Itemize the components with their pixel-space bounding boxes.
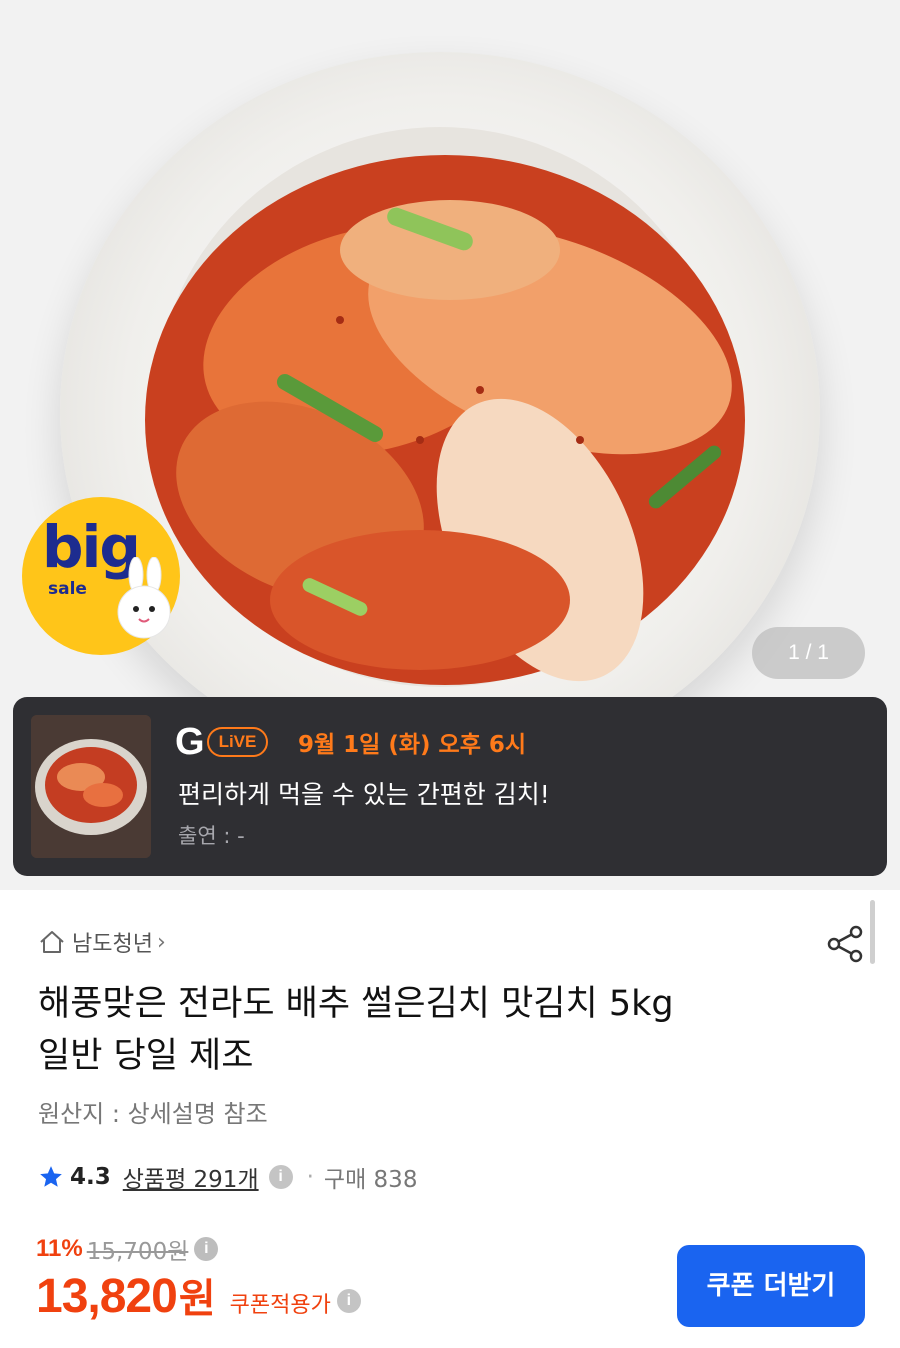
share-icon[interactable] — [826, 924, 866, 964]
live-date: 9월 1일 (화) 오후 6시 — [298, 732, 527, 758]
separator-dot: · — [306, 1164, 314, 1190]
info-icon[interactable]: i — [268, 1165, 293, 1189]
get-more-coupons-button[interactable]: 쿠폰 더받기 — [677, 1245, 865, 1327]
origin-info: 원산지 : 상세설명 참조 — [38, 1100, 268, 1128]
purchase-count: 구매 838 — [323, 1167, 418, 1193]
product-title-line1: 해풍맞은 전라도 배추 썰은김치 맛김치 5kg — [38, 984, 674, 1024]
seller-link[interactable]: 남도청년 › — [38, 926, 166, 958]
live-tag: LiVE — [206, 727, 269, 757]
coupon-applied-label: 쿠폰적용가 — [229, 1293, 331, 1318]
live-title: 편리하게 먹을 수 있는 간편한 김치! — [178, 780, 550, 809]
scrollbar-thumb[interactable] — [870, 900, 875, 964]
original-price: 15,700원 — [86, 1239, 189, 1265]
product-title-line2: 일반 당일 제조 — [38, 1036, 254, 1076]
live-thumbnail — [31, 715, 151, 858]
coupon-info-icon[interactable]: i — [336, 1289, 361, 1313]
product-title: 해풍맞은 전라도 배추 썰은김치 맛김치 5kg 일반 당일 제조 — [38, 978, 838, 1082]
glive-logo: G LiVE — [175, 721, 269, 763]
review-count-link[interactable]: 상품평 291개 — [123, 1160, 259, 1194]
chevron-right-icon: › — [156, 929, 166, 955]
image-counter: 1 / 1 — [752, 627, 865, 679]
live-broadcast-banner[interactable]: G LiVE 9월 1일 (화) 오후 6시 편리하게 먹을 수 있는 간편한 … — [13, 697, 887, 876]
price-info-icon[interactable]: i — [194, 1237, 219, 1261]
badge-sale-text: sale — [48, 579, 87, 599]
kimchi-illustration — [145, 155, 745, 685]
seller-name: 남도청년 — [72, 932, 153, 957]
star-icon — [40, 1166, 62, 1187]
live-cast: 출연 : - — [178, 824, 245, 848]
bunny-icon — [117, 557, 171, 639]
home-icon — [40, 931, 64, 953]
price-row: 13,820 원 쿠폰적용가 i — [36, 1266, 361, 1324]
discount-row: 11% 15,700원 i — [36, 1232, 219, 1266]
big-sale-badge: big sale — [22, 497, 180, 655]
sale-price: 13,820 — [36, 1270, 178, 1323]
price-unit: 원 — [178, 1276, 216, 1322]
glive-g-letter: G — [175, 721, 205, 763]
rating-score: 4.3 — [70, 1164, 111, 1190]
rating-row: 4.3 상품평 291개 i · 구매 838 — [38, 1160, 417, 1194]
discount-rate: 11% — [36, 1235, 83, 1262]
